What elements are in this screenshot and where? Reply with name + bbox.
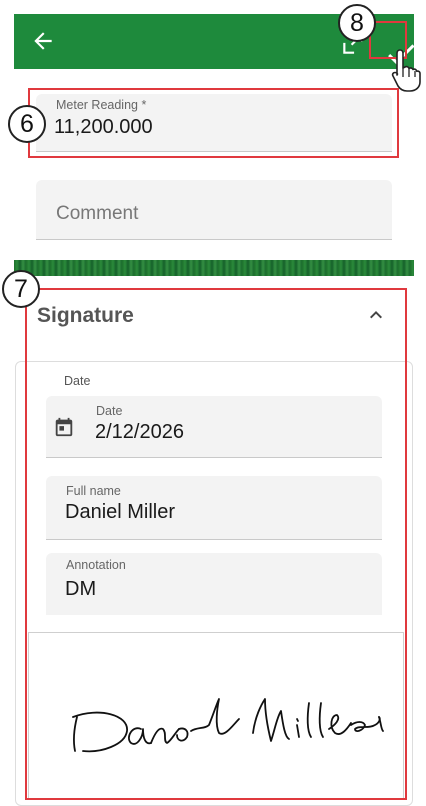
meter-reading-label: Meter Reading *	[56, 98, 147, 112]
signature-title: Signature	[37, 304, 134, 327]
back-arrow-icon[interactable]	[30, 28, 56, 54]
full-name-value: Daniel Miller	[65, 501, 176, 523]
comment-field[interactable]: Comment	[36, 180, 392, 240]
date-value: 2/12/2026	[95, 421, 184, 443]
comment-placeholder: Comment	[56, 203, 139, 224]
date-label: Date	[96, 404, 123, 418]
annotation-field[interactable]: Annotation DM	[46, 553, 382, 615]
step-badge-8: 8	[338, 4, 376, 42]
date-field[interactable]: Date 2/12/2026	[46, 396, 382, 458]
calendar-icon	[55, 417, 73, 437]
full-name-field[interactable]: Full name Daniel Miller	[46, 476, 382, 540]
step-badge-7: 7	[2, 270, 40, 308]
meter-reading-value: 11,200.000	[54, 116, 153, 138]
signature-pad[interactable]	[28, 632, 404, 800]
chevron-up-icon[interactable]	[364, 303, 388, 327]
date-group-label: Date	[64, 374, 91, 388]
meter-reading-field[interactable]: Meter Reading * 11,200.000	[36, 94, 392, 152]
check-icon[interactable]	[383, 36, 419, 72]
annotation-value: DM	[65, 578, 97, 600]
full-name-label: Full name	[66, 484, 121, 498]
annotation-label: Annotation	[66, 558, 126, 572]
handwritten-signature	[72, 698, 384, 753]
background-strip	[14, 260, 414, 276]
step-badge-6: 6	[8, 105, 46, 143]
